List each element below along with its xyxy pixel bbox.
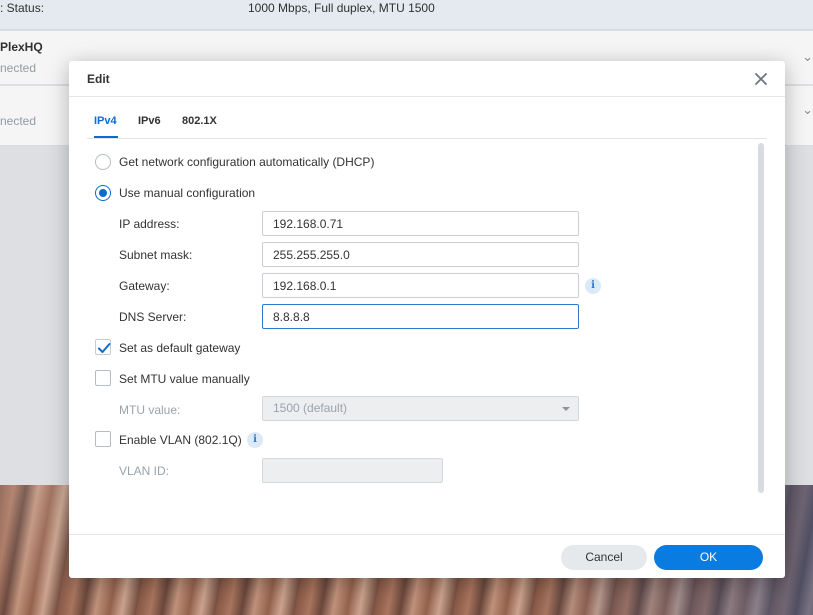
vlan-id-input[interactable] <box>262 458 443 483</box>
mtu-value-select[interactable]: 1500 (default) <box>262 396 579 421</box>
mtu-value-text: 1500 (default) <box>273 401 348 415</box>
dialog-title: Edit <box>87 72 110 86</box>
info-icon[interactable]: i <box>585 278 601 294</box>
manual-config-radio[interactable] <box>95 185 111 201</box>
set-mtu-label: Set MTU value manually <box>119 372 250 386</box>
dialog-header: Edit <box>69 61 785 97</box>
scrollbar[interactable] <box>758 143 764 493</box>
mtu-value-label: MTU value: <box>119 403 181 417</box>
vlan-id-label: VLAN ID: <box>119 464 170 478</box>
tab-bar: IPv4 IPv6 802.1X <box>87 105 767 139</box>
cancel-button[interactable]: Cancel <box>561 545 647 570</box>
gateway-input[interactable] <box>262 273 579 298</box>
dhcp-radio[interactable] <box>95 154 111 170</box>
close-icon[interactable] <box>751 69 771 89</box>
enable-vlan-checkbox[interactable] <box>95 431 111 447</box>
default-gateway-label: Set as default gateway <box>119 341 241 355</box>
checkmark-icon <box>98 343 111 353</box>
subnet-mask-input[interactable] <box>262 242 579 267</box>
default-gateway-checkbox[interactable] <box>95 339 111 355</box>
dns-server-input[interactable] <box>262 304 579 329</box>
enable-vlan-label: Enable VLAN (802.1Q) <box>119 433 242 447</box>
tab-ipv4[interactable]: IPv4 <box>94 115 117 127</box>
subnet-mask-label: Subnet mask: <box>119 248 193 262</box>
manual-config-label: Use manual configuration <box>119 186 256 200</box>
ip-address-label: IP address: <box>119 217 180 231</box>
tab-ipv6[interactable]: IPv6 <box>138 115 161 127</box>
info-icon[interactable]: i <box>247 432 263 448</box>
active-tab-indicator <box>94 136 118 138</box>
ok-button[interactable]: OK <box>654 545 763 570</box>
ip-address-input[interactable] <box>262 211 579 236</box>
dhcp-label: Get network configuration automatically … <box>119 155 375 169</box>
dialog-footer: Cancel OK <box>69 534 785 578</box>
chevron-down-icon <box>562 407 570 411</box>
set-mtu-checkbox[interactable] <box>95 370 111 386</box>
edit-dialog: Edit IPv4 IPv6 802.1X Get network config… <box>69 61 785 578</box>
tab-8021x[interactable]: 802.1X <box>182 115 217 127</box>
dns-server-label: DNS Server: <box>119 310 187 324</box>
gateway-label: Gateway: <box>119 279 170 293</box>
